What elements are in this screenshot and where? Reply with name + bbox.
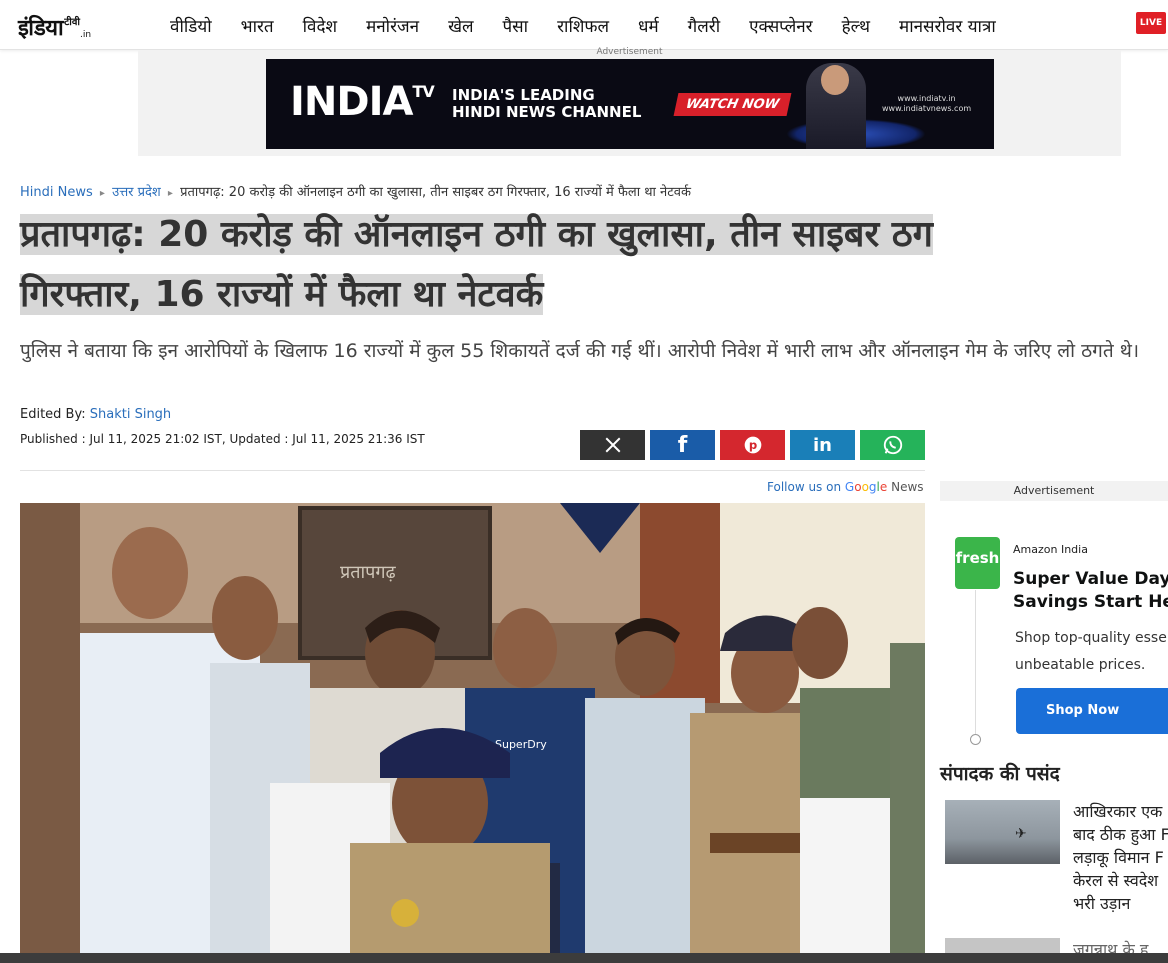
editors-pick-image-1[interactable] xyxy=(945,800,1060,864)
google-logo-text: Google xyxy=(844,480,888,494)
share-facebook-button[interactable]: f xyxy=(650,430,715,460)
ad-anchor-head xyxy=(821,65,849,95)
ad-watch-now-button[interactable]: WATCH NOW xyxy=(673,93,792,116)
article-headline: प्रतापगढ़: 20 करोड़ की ऑनलाइन ठगी का खुल… xyxy=(20,205,1160,325)
plane-icon: ✈ xyxy=(1015,826,1027,842)
share-whatsapp-button[interactable] xyxy=(860,430,925,460)
site-logo[interactable]: इंडिया टीवी .in xyxy=(18,10,91,42)
article-main-image[interactable]: प्रतापगढ़ SuperDry xyxy=(20,503,925,955)
headline-line2: गिरफ्तार, 16 राज्यों में फैला था नेटवर्क xyxy=(20,274,544,315)
top-navigation: इंडिया टीवी .in वीडियो भारत विदेश मनोरंज… xyxy=(0,0,1168,50)
nav-item-video[interactable]: वीडियो xyxy=(170,14,212,37)
headline-line1: प्रतापगढ़: 20 करोड़ की ऑनलाइन ठगी का खुल… xyxy=(20,214,933,255)
whatsapp-icon xyxy=(883,435,902,455)
article-photo-illustration: प्रतापगढ़ SuperDry xyxy=(20,503,925,955)
x-icon xyxy=(605,437,620,453)
nav-item-explainer[interactable]: एक्सप्लेनर xyxy=(749,14,813,37)
editors-pick-title: संपादक की पसंद xyxy=(940,763,1060,785)
ad-divider-line xyxy=(975,590,976,735)
amazon-fresh-logo: fresh xyxy=(955,537,1000,589)
pick1-line: आखिरकार एक xyxy=(1073,802,1163,821)
ad-logo-tv: TV xyxy=(412,82,434,101)
nav-item-world[interactable]: विदेश xyxy=(303,14,337,37)
ad-tagline-line1: INDIA'S LEADING xyxy=(452,86,595,104)
ad-body-line1: Shop top-quality essen xyxy=(1015,630,1168,646)
pick1-line: भरी उड़ान xyxy=(1073,894,1131,913)
logo-main-text: इंडिया xyxy=(18,16,64,41)
ad-body-line2: unbeatable prices. xyxy=(1015,657,1146,673)
breadcrumb-home-link[interactable]: Hindi News xyxy=(20,185,93,200)
shop-now-button[interactable]: Shop Now xyxy=(1016,688,1168,734)
publish-timestamp: Published : Jul 11, 2025 21:02 IST, Upda… xyxy=(20,432,425,446)
breadcrumb-separator-icon: ▸ xyxy=(167,188,173,199)
svg-text:p: p xyxy=(748,438,756,452)
logo-tv-text: टीवी xyxy=(64,17,81,28)
nav-item-entertainment[interactable]: मनोरंजन xyxy=(366,14,419,37)
ad-urls: www.indiatv.in www.indiatvnews.com xyxy=(882,94,971,114)
ad-body: Shop top-quality essen unbeatable prices… xyxy=(1015,625,1168,679)
nav-item-money[interactable]: पैसा xyxy=(503,14,529,37)
ad-title-line2: Savings Start Here! xyxy=(1013,592,1168,612)
share-buttons: f p in xyxy=(580,430,930,460)
ad-url-1: www.indiatv.in xyxy=(897,94,956,103)
top-ad-container: Advertisement INDIATV INDIA'S LEADING HI… xyxy=(138,47,1121,156)
side-ad-label: Advertisement xyxy=(940,481,1168,501)
ad-label: Advertisement xyxy=(596,47,663,57)
nav-item-horoscope[interactable]: राशिफल xyxy=(557,14,609,37)
nav-item-gallery[interactable]: गैलरी xyxy=(688,14,720,37)
share-pinterest-button[interactable]: p xyxy=(720,430,785,460)
nav-item-sports[interactable]: खेल xyxy=(448,14,473,37)
nav-item-health[interactable]: हेल्थ xyxy=(842,14,870,37)
bottom-sticky-bar xyxy=(0,953,1168,963)
share-x-button[interactable] xyxy=(580,430,645,460)
ad-url-2: www.indiatvnews.com xyxy=(882,104,972,113)
editor-link[interactable]: Shakti Singh xyxy=(90,407,171,422)
pick1-line: लड़ाकू विमान F xyxy=(1073,848,1164,867)
pick1-line: बाद ठीक हुआ F xyxy=(1073,825,1168,844)
share-linkedin-button[interactable]: in xyxy=(790,430,855,460)
pick1-line: केरल से स्वदेश xyxy=(1073,871,1159,890)
ad-logo-text: INDIA xyxy=(290,79,413,125)
breadcrumb-section-link[interactable]: उत्तर प्रदेश xyxy=(112,185,161,200)
edited-by: Edited By: Shakti Singh xyxy=(20,407,171,422)
breadcrumb: Hindi News ▸ उत्तर प्रदेश ▸ प्रतापगढ़: 2… xyxy=(20,182,691,200)
pinterest-icon: p xyxy=(744,436,761,454)
article-divider xyxy=(20,470,925,471)
breadcrumb-separator-icon: ▸ xyxy=(99,188,105,199)
follow-prefix: Follow us on xyxy=(767,480,842,494)
nav-menu: वीडियो भारत विदेश मनोरंजन खेल पैसा राशिफ… xyxy=(170,0,1025,50)
live-tv-button[interactable]: LIVE xyxy=(1136,12,1166,34)
edited-by-label: Edited By: xyxy=(20,407,86,422)
facebook-icon: f xyxy=(677,432,688,458)
breadcrumb-current: प्रतापगढ़: 20 करोड़ की ऑनलाइन ठगी का खुल… xyxy=(180,185,691,200)
ad-india-tv-logo: INDIATV xyxy=(290,79,435,125)
photo-sign-text: प्रतापगढ़ xyxy=(340,562,397,583)
article-summary: पुलिस ने बताया कि इन आरोपियों के खिलाफ 1… xyxy=(20,340,1140,362)
ad-dot-icon xyxy=(970,734,981,745)
india-tv-ad-banner[interactable]: INDIATV INDIA'S LEADING HINDI NEWS CHANN… xyxy=(266,59,994,149)
ad-title-line1: Super Value Days: S xyxy=(1013,569,1168,589)
ad-advertiser: Amazon India xyxy=(1013,543,1088,556)
ad-tagline-line2: HINDI NEWS CHANNEL xyxy=(452,103,642,121)
nav-item-mansarovar[interactable]: मानसरोवर यात्रा xyxy=(899,14,996,37)
logo-domain-text: .in xyxy=(80,30,92,40)
google-news-text: News xyxy=(891,480,924,494)
ad-title: Super Value Days: S Savings Start Here! xyxy=(1013,568,1168,614)
nav-item-india[interactable]: भारत xyxy=(241,14,274,37)
ad-tagline: INDIA'S LEADING HINDI NEWS CHANNEL xyxy=(452,87,641,121)
linkedin-icon: in xyxy=(813,434,832,456)
editors-pick-headline-1[interactable]: आखिरकार एक बाद ठीक हुआ F लड़ाकू विमान F … xyxy=(1073,800,1168,915)
nav-item-religion[interactable]: धर्म xyxy=(638,14,659,37)
follow-google-news-link[interactable]: Follow us on Google News xyxy=(767,480,924,494)
